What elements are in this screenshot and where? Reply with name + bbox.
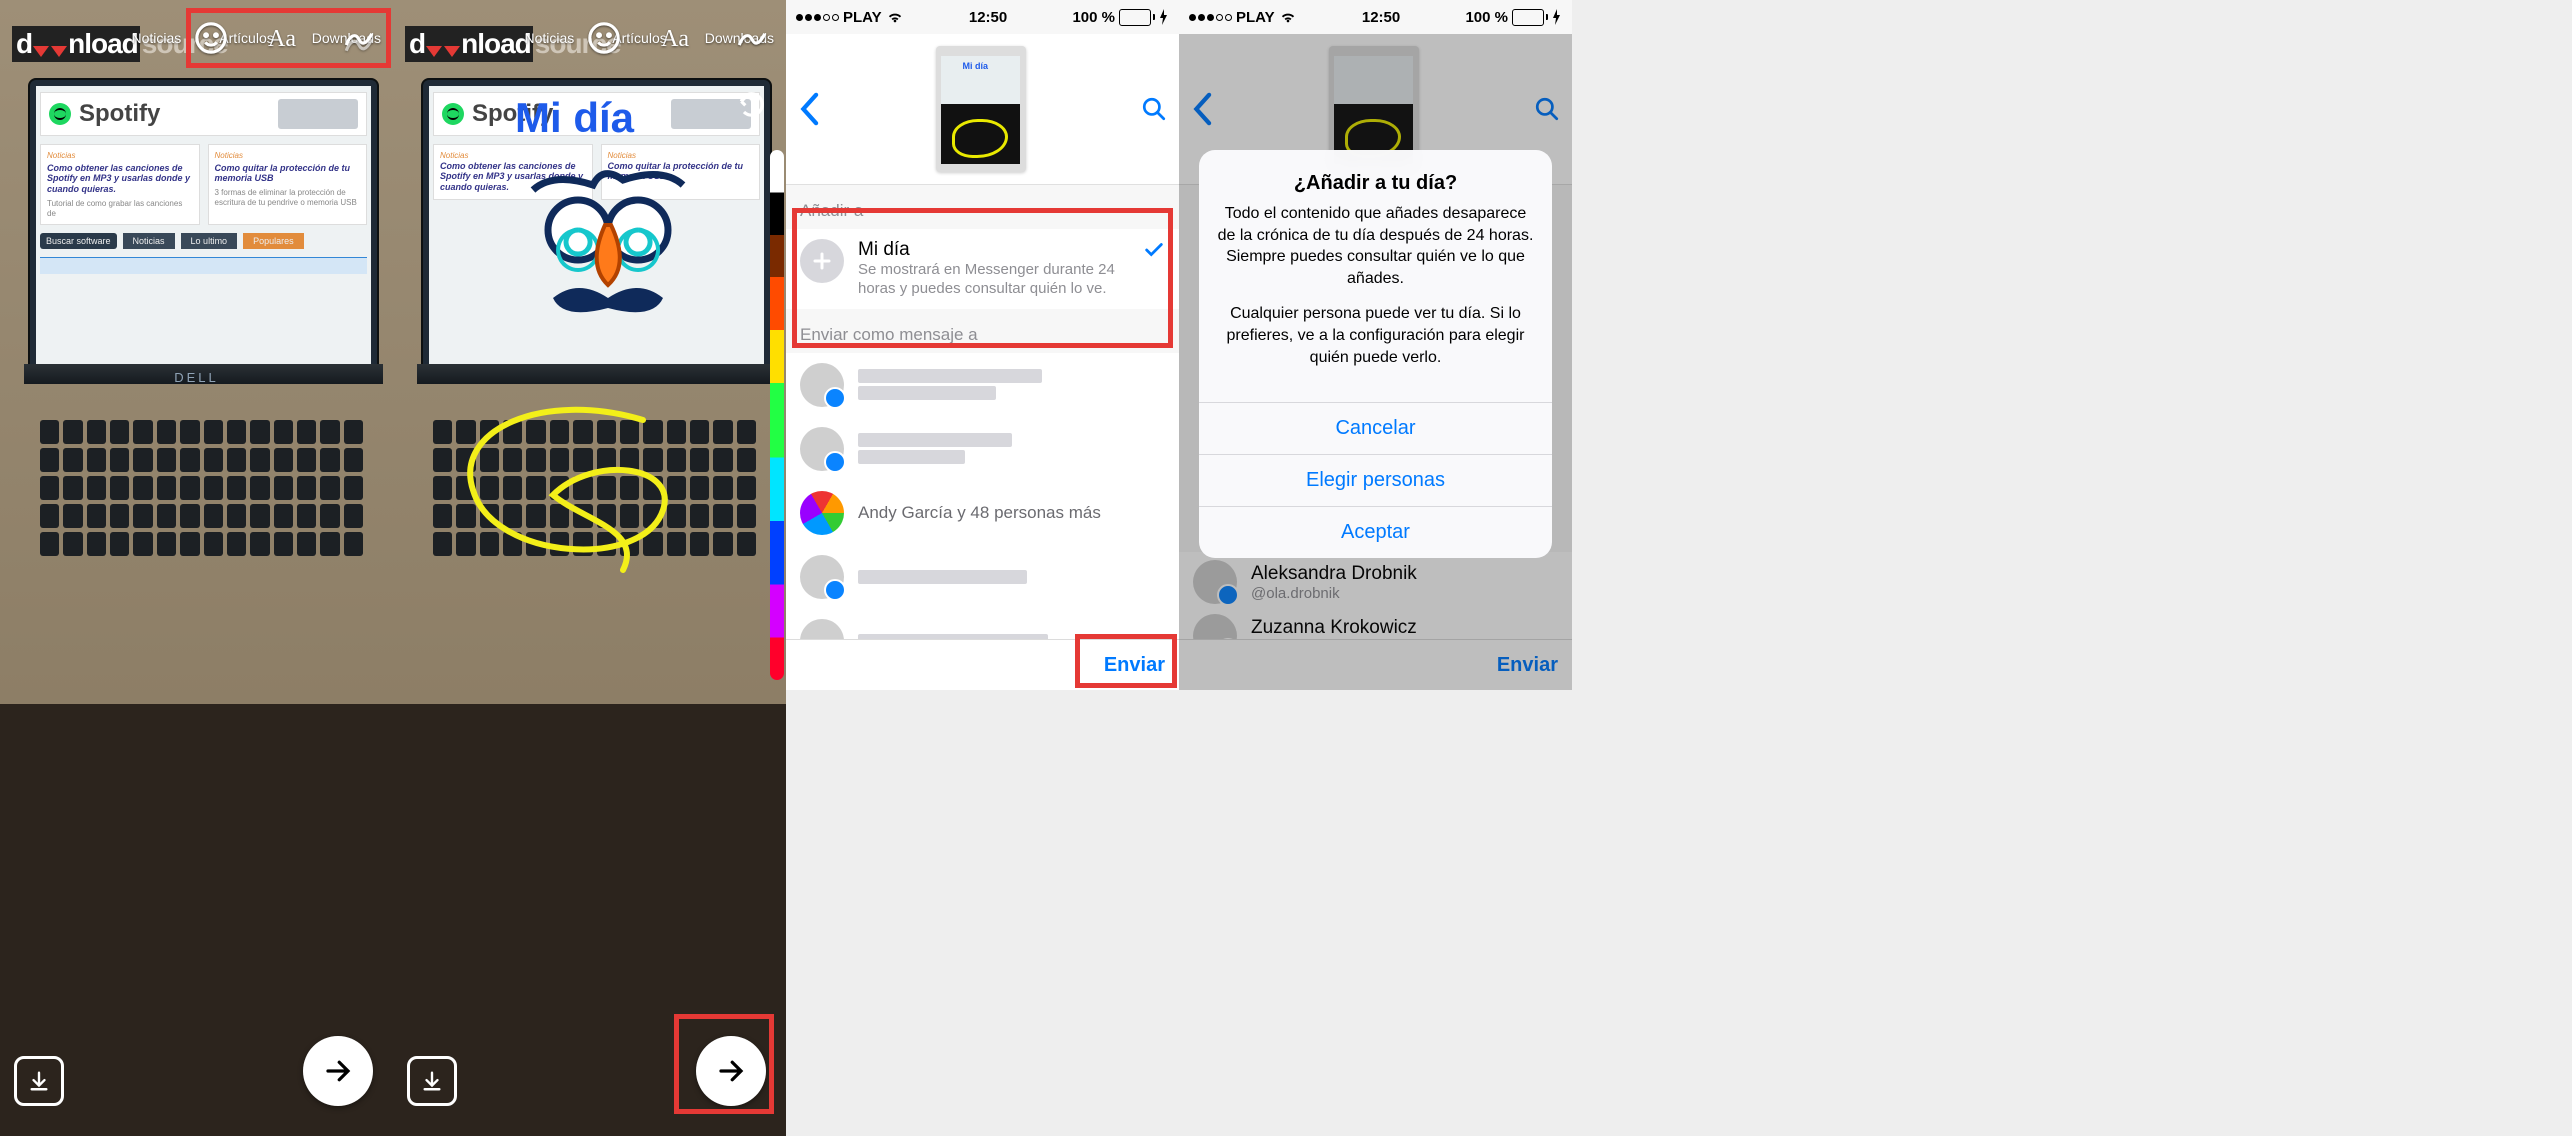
next-button[interactable] [303, 1036, 373, 1106]
spotify-label: Spotify [79, 100, 160, 128]
highlight-my-day [792, 208, 1173, 348]
text-icon[interactable]: Aa [658, 18, 698, 58]
panel-camera-2: Spotify NoticiasComo obtener las cancion… [393, 0, 786, 1136]
tutorial-panels: Spotify Noticias Como obtener las cancio… [0, 0, 2572, 1136]
status-bar: PLAY 12:50 100 % [786, 0, 1179, 34]
carrier-label: PLAY [843, 9, 882, 26]
search-icon[interactable] [1141, 96, 1167, 122]
contact-row[interactable] [786, 545, 1179, 609]
alert-cancel-button[interactable]: Cancelar [1199, 402, 1552, 454]
battery-pct: 100 % [1072, 9, 1115, 26]
undo-button[interactable] [736, 88, 768, 120]
preview-thumbnail: Mi día [936, 46, 1026, 172]
clock: 12:50 [969, 9, 1007, 26]
signal-icon [796, 14, 839, 21]
ios-nav: Mi día [786, 34, 1179, 185]
highlight-edit-icons [186, 8, 391, 68]
keyboard [40, 420, 363, 580]
color-picker-bar[interactable] [770, 150, 784, 680]
mi-dia-text[interactable]: Mi día [515, 94, 634, 142]
alert-choose-button[interactable]: Elegir personas [1199, 454, 1552, 506]
battery-icon [1119, 9, 1155, 26]
alert-message: Todo el contenido que añades desaparece … [1217, 203, 1534, 368]
sticker-icon[interactable] [584, 18, 624, 58]
highlight-next [674, 1014, 774, 1114]
spotify-icon [49, 103, 71, 125]
highlight-enviar [1075, 634, 1177, 688]
promo-image [278, 99, 358, 129]
save-button[interactable] [14, 1056, 64, 1106]
charging-icon [1159, 9, 1169, 25]
back-button[interactable] [798, 92, 820, 126]
laptop-brand: DELL [174, 370, 219, 385]
save-button[interactable] [407, 1056, 457, 1106]
messenger-badge-icon [824, 387, 846, 409]
panel-share: PLAY 12:50 100 % Mi día Añadir a [786, 0, 1179, 690]
panel-camera-1: Spotify Noticias Como obtener las cancio… [0, 0, 393, 1136]
alert-title: ¿Añadir a tu día? [1217, 172, 1534, 195]
svg-text:Aa: Aa [661, 26, 689, 52]
panel-alert: PLAY 12:50 100 % Aleksandra Drobnik @ola… [1179, 0, 1572, 690]
avatar [800, 363, 844, 407]
disguise-sticker[interactable] [523, 170, 693, 340]
contact-row-group[interactable]: Andy García y 48 personas más [786, 481, 1179, 545]
yellow-scribble [443, 400, 703, 590]
alert-accept-button[interactable]: Aceptar [1199, 506, 1552, 558]
contact-row[interactable] [786, 353, 1179, 417]
draw-icon[interactable] [732, 18, 772, 58]
add-to-day-alert: ¿Añadir a tu día? Todo el contenido que … [1199, 150, 1552, 558]
group-avatar [800, 491, 844, 535]
contact-row[interactable] [786, 417, 1179, 481]
wifi-icon [886, 10, 904, 24]
camera-background: Spotify Noticias Como obtener las cancio… [0, 0, 393, 1136]
laptop-screen-content: Spotify Noticias Como obtener las cancio… [40, 92, 367, 350]
